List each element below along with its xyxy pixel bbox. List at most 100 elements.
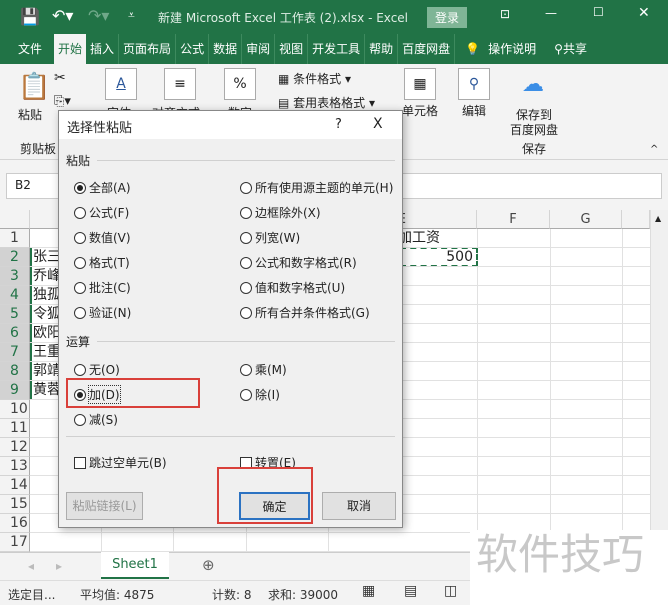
copy-icon[interactable]: ⎘▾ (54, 94, 71, 109)
percent-icon[interactable]: % (224, 68, 256, 100)
cell-e2-copied[interactable]: 500 (400, 247, 478, 267)
select-all-corner[interactable] (0, 210, 30, 229)
tab-data[interactable]: 数据 (209, 34, 243, 64)
cell-a6[interactable]: 欧阳 (33, 324, 61, 343)
cell-a7[interactable]: 王重 (33, 343, 61, 362)
cell-a8[interactable]: 郭靖 (33, 362, 61, 381)
row-header-2[interactable]: 2 (0, 248, 30, 267)
align-icon[interactable]: ≡ (164, 68, 196, 100)
page-layout-icon[interactable]: ▤ (404, 583, 417, 599)
radio-op_left-2[interactable]: 减(S) (74, 411, 118, 428)
tab-baidu[interactable]: 百度网盘 (398, 34, 456, 64)
collapse-ribbon-icon[interactable]: ^ (650, 144, 658, 155)
cells-button[interactable]: 单元格 (402, 102, 438, 119)
cell-a9[interactable]: 黄蓉 (33, 381, 61, 400)
row-header-4[interactable]: 4 (0, 286, 30, 305)
row-header-15[interactable]: 15 (0, 495, 30, 514)
radio-label: 减(S) (89, 413, 118, 427)
undo-icon[interactable]: ↶▾ (52, 6, 73, 25)
row-header-8[interactable]: 8 (0, 362, 30, 381)
radio-paste_left-1[interactable]: 公式(F) (74, 204, 129, 221)
row-header-7[interactable]: 7 (0, 343, 30, 362)
ribbon-tabs: 文件 开始 插入 页面布局 公式 数据 审阅 视图 开发工具 帮助 百度网盘 💡… (0, 34, 668, 64)
paste-button[interactable]: 粘贴 (18, 106, 42, 123)
tab-insert[interactable]: 插入 (86, 34, 120, 64)
maximize-icon[interactable]: ☐ (593, 5, 604, 19)
redo-icon[interactable]: ↷▾ (88, 6, 109, 25)
page-break-icon[interactable]: ◫ (444, 583, 457, 599)
tab-home[interactable]: 开始 (54, 34, 87, 64)
font-icon[interactable]: A (105, 68, 137, 100)
tab-developer[interactable]: 开发工具 (308, 34, 366, 64)
tab-page-layout[interactable]: 页面布局 (119, 34, 177, 64)
vertical-scrollbar[interactable]: ▲ (650, 210, 668, 552)
row-header-6[interactable]: 6 (0, 324, 30, 343)
row-header-10[interactable]: 10 (0, 400, 30, 419)
cond-format-button[interactable]: ▦ 条件格式 ▾ (278, 70, 351, 87)
minimize-icon[interactable]: — (545, 6, 557, 20)
login-button[interactable]: 登录 (427, 7, 468, 28)
radio-op_right-1[interactable]: 除(I) (240, 386, 280, 403)
cell-a3[interactable]: 乔峰 (33, 267, 61, 286)
radio-paste_right-2[interactable]: 列宽(W) (240, 229, 300, 246)
cell-a5[interactable]: 令狐 (33, 305, 61, 324)
close-button[interactable]: X (373, 116, 383, 132)
tab-formulas[interactable]: 公式 (176, 34, 210, 64)
radio-paste_left-2[interactable]: 数值(V) (74, 229, 131, 246)
cell-a4[interactable]: 独孤 (33, 286, 61, 305)
column-header-f[interactable]: F (477, 210, 550, 229)
close-icon[interactable]: ✕ (638, 5, 650, 21)
table-format-button[interactable]: ▤ 套用表格格式 ▾ (278, 94, 375, 111)
prev-sheet-icon[interactable]: ◂ (28, 559, 34, 573)
cell-a2[interactable]: 张三 (33, 248, 61, 267)
skip-blanks-checkbox[interactable]: 跳过空单元(B) (74, 454, 167, 471)
radio-paste_right-0[interactable]: 所有使用源主题的单元(H) (240, 179, 393, 196)
radio-paste_right-3[interactable]: 公式和数字格式(R) (240, 254, 357, 271)
radio-paste_left-5[interactable]: 验证(N) (74, 304, 131, 321)
radio-paste_left-0[interactable]: 全部(A) (74, 179, 131, 196)
row-header-11[interactable]: 11 (0, 419, 30, 438)
row-header-16[interactable]: 16 (0, 514, 30, 533)
row-header-12[interactable]: 12 (0, 438, 30, 457)
radio-op_left-0[interactable]: 无(O) (74, 361, 120, 378)
row-header-5[interactable]: 5 (0, 305, 30, 324)
cells-icon[interactable]: ▦ (404, 68, 436, 100)
row-header-1[interactable]: 1 (0, 229, 30, 248)
sheet-tab-sheet1[interactable]: Sheet1 (101, 552, 169, 579)
scroll-up-icon[interactable]: ▲ (651, 214, 661, 223)
search-icon[interactable]: ⚲ (458, 68, 490, 100)
radio-paste_right-1[interactable]: 边框除外(X) (240, 204, 321, 221)
cancel-button[interactable]: 取消 (322, 492, 396, 520)
ribbon-display-icon[interactable]: ⊡ (500, 7, 510, 21)
cell-e1[interactable]: 加工资 (398, 229, 440, 248)
radio-label: 除(I) (255, 388, 280, 402)
tab-view[interactable]: 视图 (275, 34, 309, 64)
paste-icon[interactable]: 📋 (18, 72, 50, 102)
dialog-title: 选择性粘贴 (67, 121, 133, 136)
row-header-13[interactable]: 13 (0, 457, 30, 476)
row-header-3[interactable]: 3 (0, 267, 30, 286)
radio-paste_right-4[interactable]: 值和数字格式(U) (240, 279, 345, 296)
save-icon[interactable]: 💾 (20, 7, 40, 26)
radio-paste_left-3[interactable]: 格式(T) (74, 254, 130, 271)
row-header-14[interactable]: 14 (0, 476, 30, 495)
tab-file[interactable]: 文件 (0, 34, 54, 64)
cut-icon[interactable]: ✂ (54, 70, 66, 86)
customize-toolbar-icon[interactable]: ⩡ (128, 8, 135, 23)
column-header-g[interactable]: G (550, 210, 622, 229)
radio-op_right-0[interactable]: 乘(M) (240, 361, 287, 378)
tab-review[interactable]: 审阅 (242, 34, 276, 64)
normal-view-icon[interactable]: ▦ (362, 583, 375, 599)
next-sheet-icon[interactable]: ▸ (56, 559, 62, 573)
paste-link-button[interactable]: 粘贴链接(L) (66, 492, 143, 520)
add-sheet-icon[interactable]: ⊕ (202, 556, 215, 574)
help-button[interactable]: ? (335, 117, 342, 132)
radio-paste_right-5[interactable]: 所有合并条件格式(G) (240, 304, 370, 321)
row-header-9[interactable]: 9 (0, 381, 30, 400)
edit-button[interactable]: 编辑 (462, 102, 486, 119)
share-button[interactable]: ⚲共享 (540, 34, 591, 64)
tab-help[interactable]: 帮助 (365, 34, 399, 64)
row-header-17[interactable]: 17 (0, 533, 30, 552)
radio-paste_left-4[interactable]: 批注(C) (74, 279, 131, 296)
tell-me-input[interactable]: 操作说明 (484, 34, 540, 64)
